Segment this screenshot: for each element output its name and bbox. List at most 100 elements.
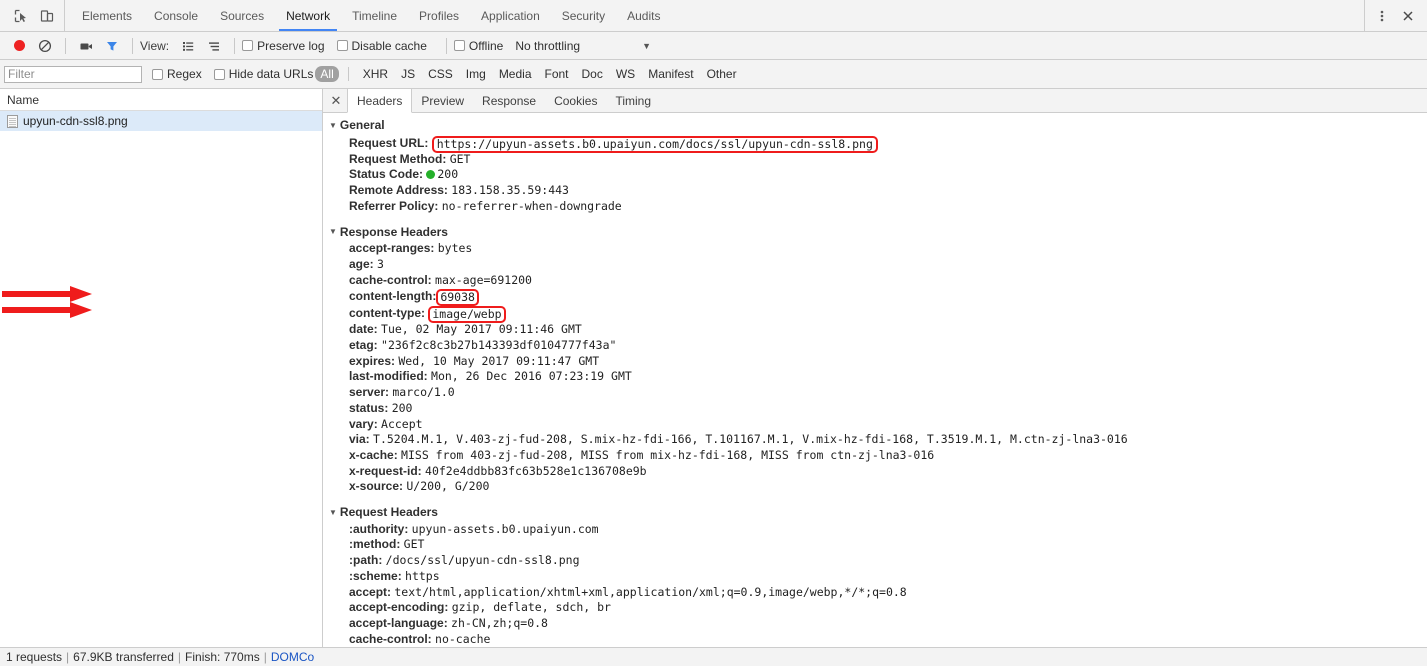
header-value: MISS from 403-zj-fud-208, MISS from mix-…: [401, 447, 935, 462]
filter-funnel-icon[interactable]: [99, 33, 125, 59]
tab-cookies[interactable]: Cookies: [545, 89, 606, 112]
type-filter-xhr[interactable]: XHR: [358, 66, 393, 82]
regex-checkbox[interactable]: Regex: [152, 67, 202, 81]
header-row-accept-encoding: accept-encoding: gzip, deflate, sdch, br: [329, 600, 1427, 616]
tab-network[interactable]: Network: [275, 0, 341, 31]
header-value: 200: [391, 400, 413, 415]
tab-response[interactable]: Response: [473, 89, 545, 112]
section-general[interactable]: ▼ General: [329, 117, 1427, 135]
header-value: image/webp: [432, 307, 502, 322]
section-title-label: Response Headers: [339, 224, 448, 239]
type-filter-doc[interactable]: Doc: [577, 66, 608, 82]
type-filter-img[interactable]: Img: [461, 66, 491, 82]
header-row-server: server: marco/1.0: [329, 385, 1427, 401]
header-name: :path:: [349, 553, 383, 568]
inspect-element-icon[interactable]: [8, 3, 34, 29]
header-row-expires: expires: Wed, 10 May 2017 09:11:47 GMT: [329, 354, 1427, 370]
header-name: accept-encoding:: [349, 600, 449, 615]
tab-elements[interactable]: Elements: [71, 0, 143, 31]
tab-label: Preview: [421, 93, 465, 108]
list-view-icon[interactable]: [175, 33, 201, 59]
request-name: upyun-cdn-ssl8.png: [23, 114, 128, 128]
tab-headers[interactable]: Headers: [347, 89, 413, 113]
record-dot: [13, 40, 25, 51]
tab-label: Network: [286, 8, 331, 23]
header-value: 69038: [440, 290, 475, 305]
header-name: accept-ranges:: [349, 241, 435, 256]
header-value: marco/1.0: [392, 385, 455, 400]
tab-profiles[interactable]: Profiles: [408, 0, 470, 31]
highlight-box-request-url: https://upyun-assets.b0.upaiyun.com/docs…: [431, 135, 878, 153]
clear-icon[interactable]: [32, 33, 58, 59]
header-row-accept-language: accept-language: zh-CN,zh;q=0.8: [329, 616, 1427, 632]
preserve-log-checkbox[interactable]: Preserve log: [242, 39, 325, 53]
disable-cache-label: Disable cache: [351, 38, 427, 53]
waterfall-view-icon[interactable]: [201, 33, 227, 59]
tab-security[interactable]: Security: [551, 0, 616, 31]
header-value: 200: [437, 167, 459, 182]
close-icon[interactable]: [1395, 3, 1421, 29]
header-value: no-referrer-when-downgrade: [441, 198, 622, 213]
header-value: 183.158.35.59:443: [451, 183, 569, 198]
type-filter-media[interactable]: Media: [494, 66, 537, 82]
header-row-method: :method: GET: [329, 537, 1427, 553]
hide-data-urls-label: Hide data URLs: [228, 67, 314, 81]
header-name: cache-control:: [349, 631, 432, 646]
header-value: U/200, G/200: [406, 479, 490, 494]
header-name: accept-language:: [349, 615, 448, 630]
tab-sources[interactable]: Sources: [209, 0, 275, 31]
triangle-down-icon: ▼: [329, 227, 337, 237]
type-filter-all[interactable]: All: [315, 66, 339, 82]
toolbar-divider: [234, 37, 236, 54]
section-response-headers[interactable]: ▼ Response Headers: [329, 224, 1427, 242]
header-value: GET: [449, 151, 471, 166]
tab-application[interactable]: Application: [470, 0, 551, 31]
header-value: Tue, 02 May 2017 09:11:46 GMT: [381, 322, 582, 337]
vertical-dots-icon[interactable]: [1369, 3, 1395, 29]
header-name: status:: [349, 400, 389, 415]
tab-console[interactable]: Console: [143, 0, 209, 31]
filter-divider: [347, 67, 349, 81]
filter-bar: Regex Hide data URLs All XHR JS CSS Img …: [0, 60, 1427, 89]
header-value: max-age=691200: [435, 272, 532, 287]
tab-preview[interactable]: Preview: [412, 89, 473, 112]
tab-label: Profiles: [419, 8, 460, 23]
tab-label: Timing: [615, 93, 652, 108]
request-list-header: Name: [0, 89, 322, 111]
tab-timing[interactable]: Timing: [606, 89, 660, 112]
type-filter-manifest[interactable]: Manifest: [643, 66, 698, 82]
section-request-headers[interactable]: ▼ Request Headers: [329, 504, 1427, 522]
header-row-x-source: x-source: U/200, G/200: [329, 479, 1427, 495]
status-finish: Finish: 770ms: [185, 650, 260, 664]
request-row[interactable]: upyun-cdn-ssl8.png: [0, 111, 322, 131]
header-name: accept:: [349, 584, 392, 599]
header-row-remote-address: Remote Address: 183.158.35.59:443: [329, 183, 1427, 199]
toolbar-divider: [65, 37, 66, 54]
header-name: expires:: [349, 353, 396, 368]
type-filter-ws[interactable]: WS: [611, 66, 640, 82]
header-row-request-url: Request URL: https://upyun-assets.b0.upa…: [329, 135, 1427, 153]
header-name: Request Method:: [349, 151, 447, 166]
filter-input[interactable]: [4, 65, 142, 83]
type-filter-css[interactable]: CSS: [423, 66, 458, 82]
status-transferred: 67.9KB transferred: [73, 650, 174, 664]
close-detail-icon[interactable]: ✕: [325, 89, 347, 112]
disable-cache-checkbox[interactable]: Disable cache: [336, 38, 427, 53]
type-filter-js[interactable]: JS: [396, 66, 420, 82]
tab-timeline[interactable]: Timeline: [341, 0, 408, 31]
device-toolbar-icon[interactable]: [34, 3, 60, 29]
header-name: Request URL:: [349, 135, 429, 150]
tab-label: Application: [481, 8, 540, 23]
throttling-select[interactable]: No throttling ▼: [515, 39, 651, 53]
offline-checkbox[interactable]: Offline: [453, 39, 503, 53]
hide-data-urls-checkbox[interactable]: Hide data URLs: [213, 67, 314, 81]
chevron-down-icon: ▼: [642, 40, 651, 51]
type-filter-font[interactable]: Font: [540, 66, 574, 82]
type-filter-other[interactable]: Other: [702, 66, 742, 82]
record-icon[interactable]: [6, 33, 32, 59]
camera-icon[interactable]: [73, 33, 99, 59]
header-name: :authority:: [349, 521, 409, 536]
tab-label: Security: [561, 8, 606, 23]
tab-audits[interactable]: Audits: [616, 0, 671, 31]
header-row-content-type: content-type: image/webp: [329, 305, 1427, 324]
